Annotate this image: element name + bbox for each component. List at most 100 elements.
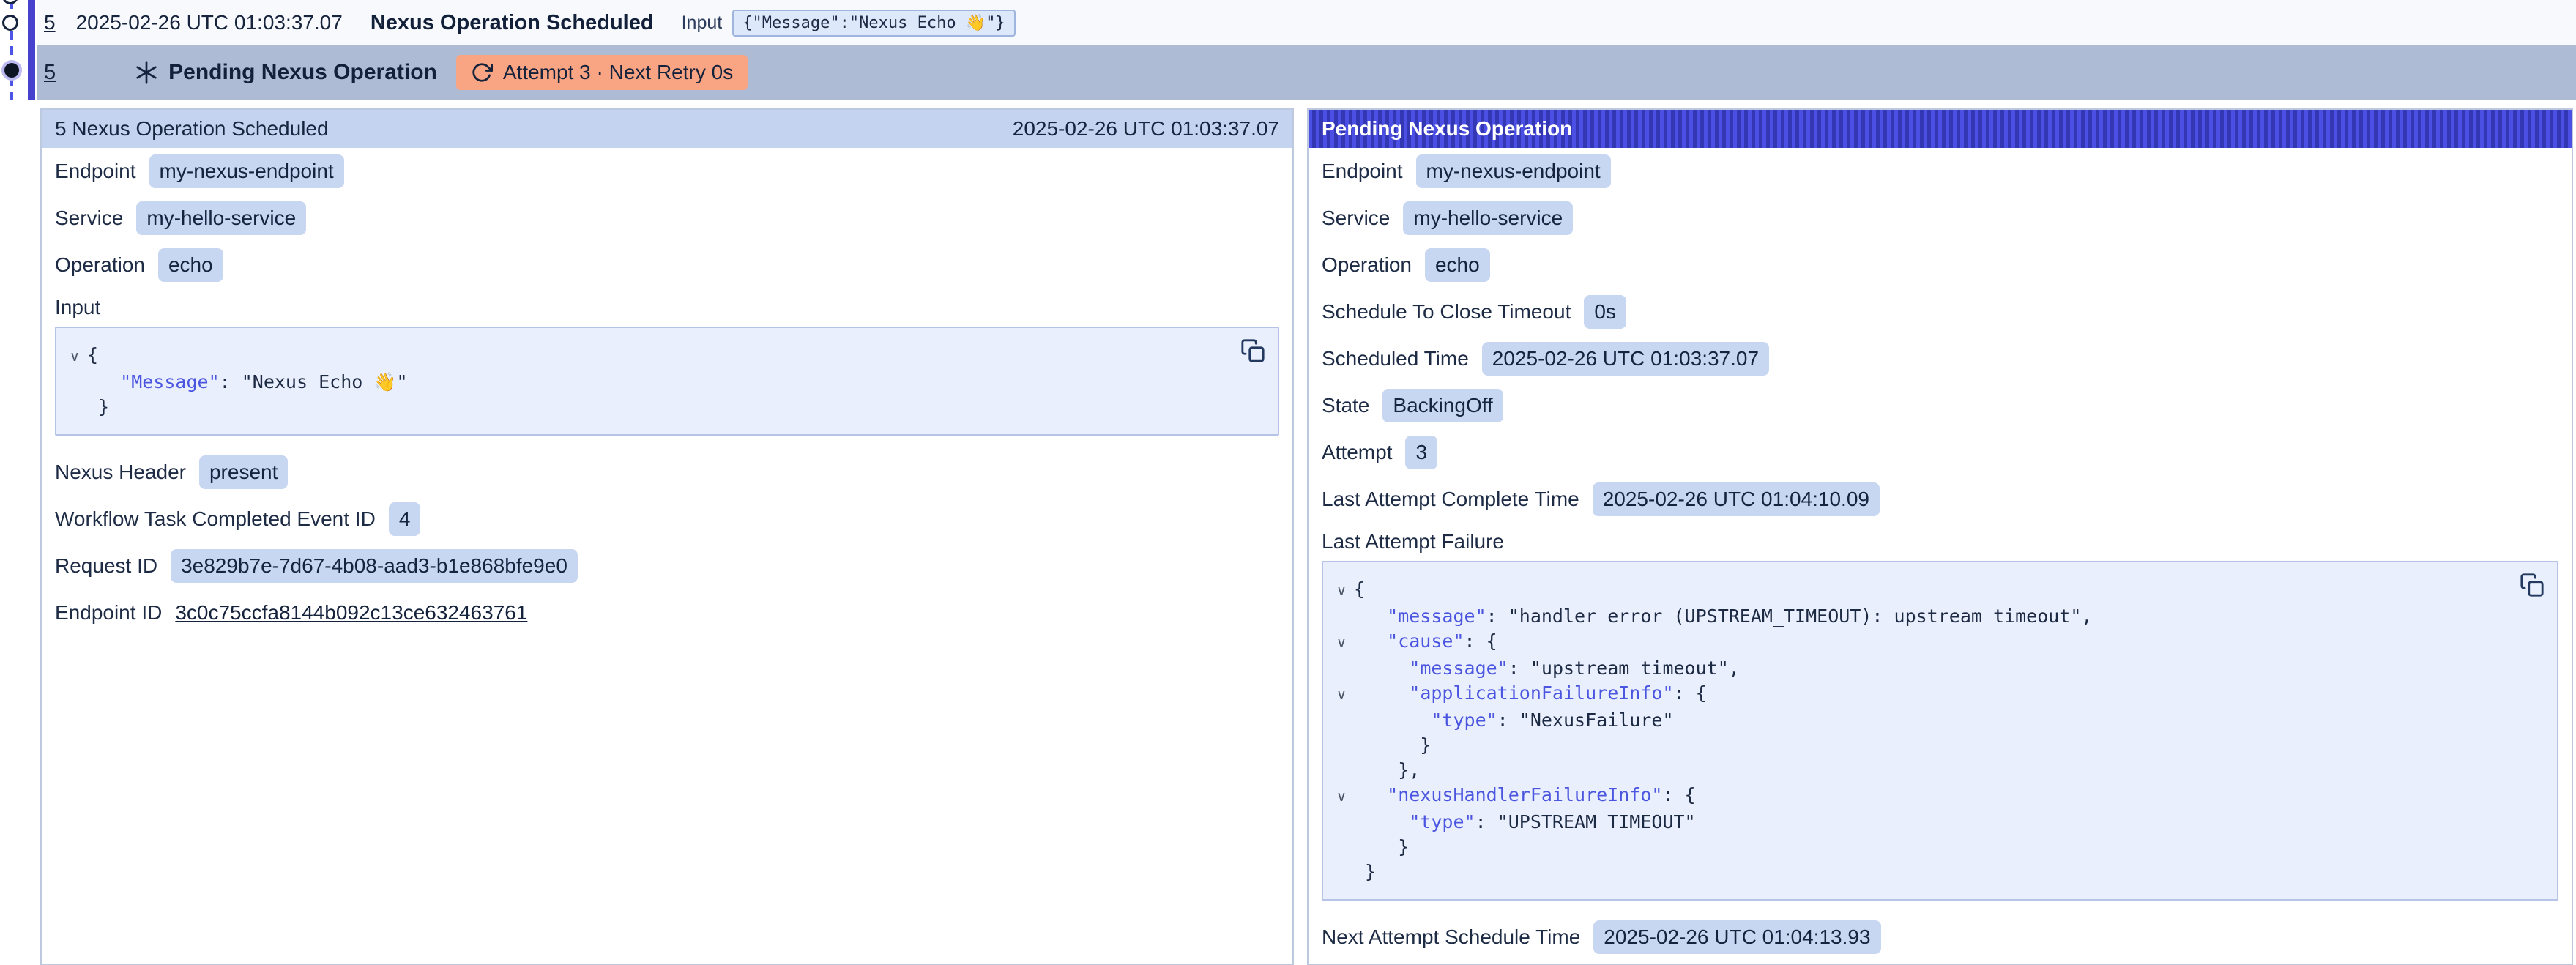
pending-operation-row[interactable]: 5 Pending Nexus Operation Attempt 3 · Ne… xyxy=(37,45,2576,100)
json-line: } xyxy=(1329,733,2513,758)
json-key: "cause" xyxy=(1387,629,1464,656)
json-text xyxy=(1354,604,1387,629)
chevron-gutter xyxy=(1329,835,1354,860)
json-line: ∨{ xyxy=(1329,577,2513,604)
json-line: ∨ "nexusHandlerFailureInfo": { xyxy=(1329,783,2513,810)
field-row-operation: Operationecho xyxy=(1322,242,2558,288)
copy-button[interactable] xyxy=(1238,337,1267,366)
chevron-down-icon[interactable]: ∨ xyxy=(1329,629,1354,656)
chevron-gutter xyxy=(1329,860,1354,884)
chevron-down-icon[interactable]: ∨ xyxy=(1329,783,1354,810)
field-label: Schedule To Close Timeout xyxy=(1322,300,1571,324)
json-text xyxy=(1354,681,1409,708)
copy-icon xyxy=(1240,338,1265,363)
chevron-down-icon[interactable]: ∨ xyxy=(1329,577,1354,604)
json-text xyxy=(1354,708,1431,733)
field-row-endpoint-id: Endpoint ID 3c0c75ccfa8144b092c13ce632463… xyxy=(55,589,1279,636)
pending-detail-panel: Pending Nexus Operation Endpointmy-nexus… xyxy=(1307,108,2573,965)
field-row-next-attempt-schedule-time: Next Attempt Schedule Time 2025-02-26 UTC… xyxy=(1322,914,2558,961)
field-label: Scheduled Time xyxy=(1322,347,1469,370)
field-label: Next Attempt Schedule Time xyxy=(1322,925,1580,949)
json-line: }, xyxy=(1329,758,2513,783)
pending-detail-header: Pending Nexus Operation xyxy=(1309,110,2572,148)
json-text: : "handler error (UPSTREAM_TIMEOUT): ups… xyxy=(1486,604,2093,629)
pending-detail-title: Pending Nexus Operation xyxy=(1322,117,1572,141)
field-row-operation: Operation echo xyxy=(55,242,1279,288)
field-value-badge: 3e829b7e-7d67-4b08-aad3-b1e868bfe9e0 xyxy=(171,549,578,583)
active-event-indicator-bar xyxy=(28,0,35,100)
event-detail-panel: 5 Nexus Operation Scheduled 2025-02-26 U… xyxy=(40,108,1294,965)
json-line: } xyxy=(1329,835,2513,860)
field-label: Service xyxy=(55,206,123,230)
chevron-down-icon[interactable]: ∨ xyxy=(62,343,87,370)
input-preview-badge[interactable]: {"Message":"Nexus Echo 👋"} xyxy=(732,10,1016,37)
json-key: "message" xyxy=(1387,604,1486,629)
json-line: } xyxy=(62,395,1234,420)
field-value-badge: my-hello-service xyxy=(1403,201,1573,235)
copy-button[interactable] xyxy=(2517,571,2547,600)
chevron-gutter xyxy=(1329,810,1354,835)
pending-operation-title: Pending Nexus Operation xyxy=(168,60,437,85)
json-line: "type": "UPSTREAM_TIMEOUT" xyxy=(1329,810,2513,835)
field-row-attempt: Attempt3 xyxy=(1322,429,2558,476)
chevron-gutter xyxy=(1329,758,1354,783)
copy-icon xyxy=(2520,573,2545,597)
json-text: } xyxy=(87,395,109,420)
retry-status-badge: Attempt 3 · Next Retry 0s xyxy=(456,55,748,90)
field-row-endpoint: Endpointmy-nexus-endpoint xyxy=(1322,148,2558,195)
chevron-gutter xyxy=(1329,656,1354,681)
field-label: State xyxy=(1322,394,1369,417)
field-row-request-id: Request ID3e829b7e-7d67-4b08-aad3-b1e868… xyxy=(55,543,1279,589)
json-key: "message" xyxy=(1409,656,1508,681)
field-value-badge: BackingOff xyxy=(1382,389,1503,422)
field-value-badge: 0s xyxy=(1584,295,1626,329)
field-row-input: Input xyxy=(55,288,1279,327)
field-label: Workflow Task Completed Event ID xyxy=(55,507,376,531)
chevron-down-icon[interactable]: ∨ xyxy=(1329,681,1354,708)
json-text xyxy=(1354,629,1387,656)
retry-icon xyxy=(471,62,493,83)
field-value-badge: 2025-02-26 UTC 01:04:10.09 xyxy=(1593,482,1880,516)
json-key: "type" xyxy=(1431,708,1497,733)
json-key: "applicationFailureInfo" xyxy=(1409,681,1673,708)
json-text: : "upstream timeout", xyxy=(1508,656,1740,681)
json-line: "type": "NexusFailure" xyxy=(1329,708,2513,733)
field-row-last-attempt-complete-time: Last Attempt Complete Time2025-02-26 UTC… xyxy=(1322,476,2558,523)
pending-event-id-link[interactable]: 5 xyxy=(44,61,56,85)
field-value-badge: my-nexus-endpoint xyxy=(1416,154,1611,188)
field-label: Service xyxy=(1322,206,1390,230)
json-line: ∨{ xyxy=(62,343,1234,370)
json-viewer: ∨{ "message": "handler error (UPSTREAM_T… xyxy=(1322,561,2558,901)
endpoint-id-link[interactable]: 3c0c75ccfa8144b092c13ce632463761 xyxy=(175,601,527,625)
event-detail-title: 5 Nexus Operation Scheduled xyxy=(55,117,329,141)
field-row-state: State BackingOff xyxy=(1322,382,2558,429)
timeline-node-open[interactable] xyxy=(2,15,18,31)
field-value-badge: present xyxy=(199,455,288,489)
timeline-node-filled[interactable] xyxy=(4,63,19,78)
field-row-service: Service my-hello-service xyxy=(1322,195,2558,242)
json-key: "Message" xyxy=(120,370,219,395)
timeline-node-partial xyxy=(2,0,18,4)
field-value-badge: 2025-02-26 UTC 01:03:37.07 xyxy=(1482,342,1769,376)
json-line: "message": "handler error (UPSTREAM_TIME… xyxy=(1329,604,2513,629)
chevron-gutter xyxy=(62,395,87,420)
field-value-badge: my-nexus-endpoint xyxy=(149,154,344,188)
event-detail-header: 5 Nexus Operation Scheduled 2025-02-26 U… xyxy=(42,110,1292,148)
field-label: Endpoint ID xyxy=(55,601,162,625)
field-label: Last Attempt Failure xyxy=(1322,530,1504,554)
input-label: Input xyxy=(682,12,723,34)
event-id-link[interactable]: 5 xyxy=(44,11,56,34)
field-row-last-attempt-failure: Last Attempt Failure xyxy=(1322,523,2558,561)
field-value-badge: echo xyxy=(158,248,223,282)
pending-detail-fields: Endpointmy-nexus-endpoint Service my-hello… xyxy=(1309,148,2572,961)
json-text: { xyxy=(87,343,98,370)
field-value-badge: 3 xyxy=(1405,436,1437,469)
field-row-schedule-to-close-timeout: Schedule To Close Timeout 0s xyxy=(1322,288,2558,335)
json-text: : "NexusFailure" xyxy=(1497,708,1674,733)
field-label: Operation xyxy=(55,253,145,277)
json-text xyxy=(1354,656,1409,681)
field-value-badge: 2025-02-26 UTC 01:04:13.93 xyxy=(1593,920,1880,954)
json-line: } xyxy=(1329,860,2513,884)
event-name: Nexus Operation Scheduled xyxy=(371,11,654,35)
event-history-row[interactable]: 5 2025-02-26 UTC 01:03:37.07 Nexus Opera… xyxy=(37,0,2576,45)
